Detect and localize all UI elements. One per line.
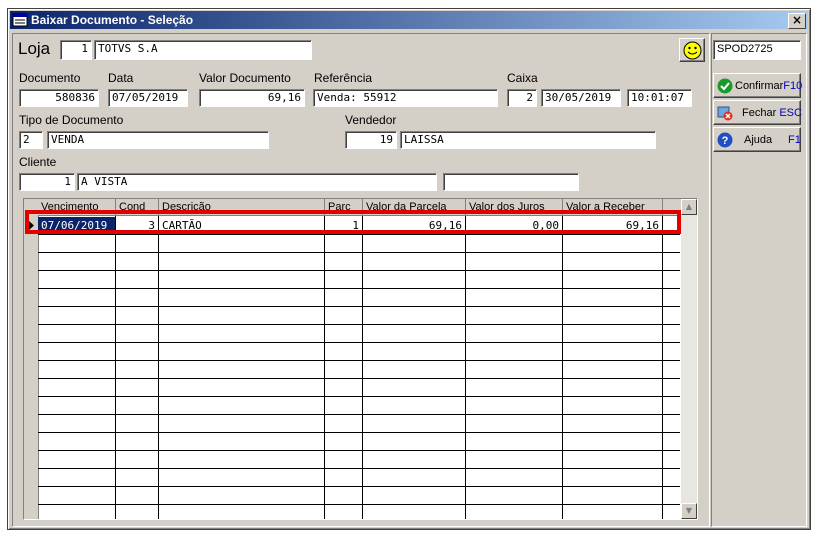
- window-title: Baixar Documento - Seleção: [31, 13, 194, 27]
- caixa-date-field[interactable]: 30/05/2019: [541, 89, 621, 107]
- smiley-button[interactable]: [679, 38, 705, 62]
- caixa-label: Caixa: [507, 71, 538, 85]
- vendedor-code-field[interactable]: 19: [345, 131, 397, 149]
- ajuda-button[interactable]: ? Ajuda F1: [713, 127, 801, 152]
- parcelas-grid[interactable]: Vencimento Cond Descrição Parc Valor da …: [23, 198, 698, 520]
- grid-divider: [662, 216, 663, 519]
- grid-divider: [115, 216, 116, 519]
- confirmar-label: Confirmar: [735, 80, 784, 92]
- grid-divider: [362, 216, 363, 519]
- grid-row-line: [38, 270, 680, 271]
- grid-row-line: [38, 450, 680, 451]
- caixa-number-field[interactable]: 2: [507, 89, 537, 107]
- grid-row-line: [38, 468, 680, 469]
- highlight-frame: [25, 210, 681, 234]
- grid-row-line: [38, 486, 680, 487]
- referencia-field[interactable]: Venda: 55912: [313, 89, 498, 107]
- confirmar-key: F10: [783, 80, 803, 92]
- grid-divider: [465, 216, 466, 519]
- grid-row-line: [38, 324, 680, 325]
- grid-row-line: [38, 432, 680, 433]
- vendedor-label: Vendedor: [345, 113, 397, 127]
- tipo-code-field[interactable]: 2: [19, 131, 43, 149]
- smiley-icon: [683, 41, 702, 60]
- grid-row-line: [38, 414, 680, 415]
- loja-label: Loja: [18, 39, 51, 58]
- grid-divider: [158, 216, 159, 519]
- check-icon: [717, 78, 733, 94]
- referencia-label: Referência: [314, 71, 373, 85]
- scroll-down-button[interactable]: ▼: [681, 503, 697, 519]
- ajuda-label: Ajuda: [744, 134, 773, 146]
- tipo-name-field[interactable]: VENDA: [47, 131, 269, 149]
- close-button[interactable]: ×: [788, 13, 806, 29]
- grid-row-line: [38, 288, 680, 289]
- caixa-time-field[interactable]: 10:01:07: [627, 89, 692, 107]
- data-field[interactable]: 07/05/2019: [108, 89, 188, 107]
- grid-row-line: [38, 342, 680, 343]
- fechar-key: ESC: [779, 107, 802, 119]
- loja-name-field[interactable]: TOTVS S.A: [94, 40, 312, 60]
- grid-divider: [324, 216, 325, 519]
- grid-row-line: [38, 252, 680, 253]
- grid-row-line: [38, 504, 680, 505]
- valor-documento-label: Valor Documento: [199, 71, 291, 85]
- ajuda-key: F1: [788, 134, 801, 146]
- grid-row-line: [38, 306, 680, 307]
- data-label: Data: [108, 71, 134, 85]
- grid-row-line: [38, 360, 680, 361]
- scroll-up-button[interactable]: ▲: [681, 199, 697, 215]
- valor-documento-field[interactable]: 69,16: [199, 89, 305, 107]
- cliente-code-field[interactable]: 1: [19, 173, 75, 191]
- grid-row-line: [38, 396, 680, 397]
- fechar-button[interactable]: Fechar ESC: [713, 100, 802, 125]
- confirmar-button[interactable]: ConfirmarF10: [713, 73, 803, 98]
- documento-field[interactable]: 580836: [19, 89, 99, 107]
- cliente-extra-field[interactable]: [443, 173, 579, 191]
- title-bar[interactable]: Baixar Documento - Seleção ×: [10, 11, 808, 29]
- grid-row-line: [38, 234, 680, 235]
- vendedor-name-field[interactable]: LAISSA: [400, 131, 656, 149]
- vertical-scrollbar[interactable]: ▲ ▼: [681, 199, 697, 519]
- svg-text:?: ?: [722, 135, 729, 147]
- cliente-name-field[interactable]: A VISTA: [77, 173, 437, 191]
- tipo-documento-label: Tipo de Documento: [19, 113, 124, 127]
- station-field: SPOD2725: [713, 40, 801, 60]
- help-icon: ?: [717, 132, 733, 148]
- documento-label: Documento: [19, 71, 81, 85]
- grid-row-line: [38, 378, 680, 379]
- close-icon: [717, 106, 733, 121]
- cliente-label: Cliente: [19, 155, 57, 169]
- app-icon: [12, 13, 28, 27]
- row-indicator-column: [24, 199, 39, 519]
- fechar-label: Fechar: [742, 107, 777, 119]
- loja-code-field[interactable]: 1: [60, 40, 92, 60]
- grid-divider: [562, 216, 563, 519]
